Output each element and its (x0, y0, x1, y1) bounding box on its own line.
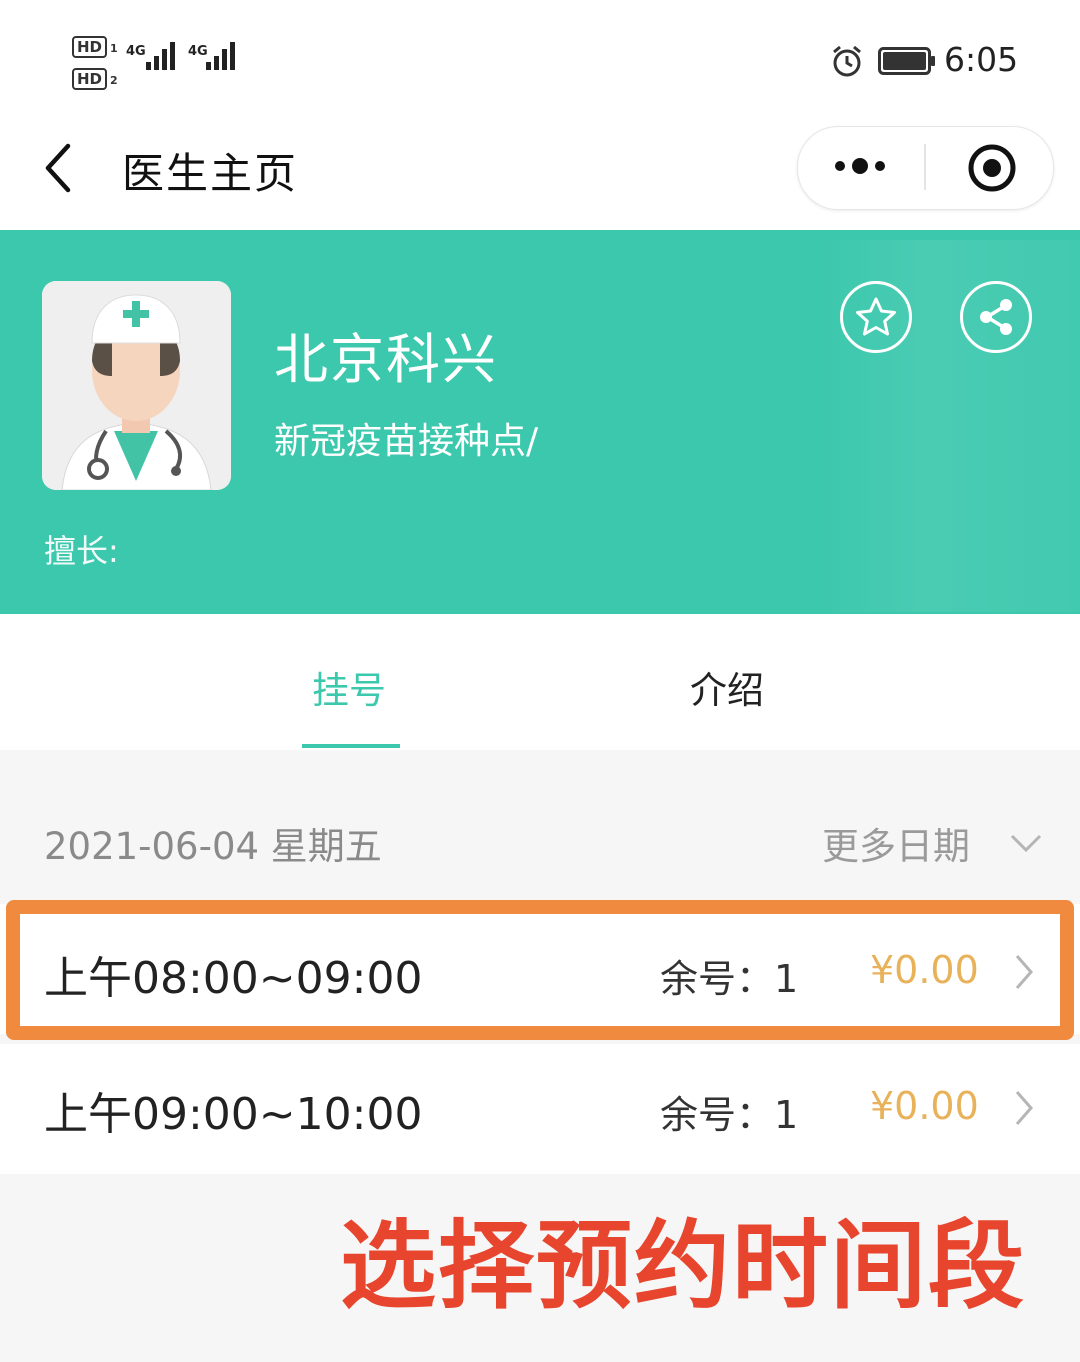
sim2-indicator: HD 2 (72, 68, 118, 90)
slot-remaining: 余号：1 (660, 1093, 799, 1137)
speciality-label: 擅长: (44, 532, 119, 570)
network-type-2: 4G (188, 44, 208, 59)
network-type-1: 4G (126, 44, 146, 59)
slot-price: ¥0.00 (870, 1084, 979, 1128)
target-circle-icon[interactable] (966, 142, 1018, 194)
tab-registration[interactable]: 挂号 (312, 660, 386, 714)
instruction-caption: 选择预约时间段 (340, 1210, 1026, 1322)
star-icon (856, 297, 896, 336)
battery-icon (878, 47, 935, 75)
clock-time: 6:05 (944, 40, 1019, 79)
tab-introduction[interactable]: 介绍 (690, 660, 764, 714)
more-dates-label: 更多日期 (822, 825, 970, 868)
tab-bar (0, 614, 1080, 750)
doctor-department: 新冠疫苗接种点/ (274, 421, 539, 462)
schedule-date: 2021-06-04 星期五 (44, 825, 382, 868)
doctor-avatar-icon (42, 281, 231, 490)
chevron-down-icon[interactable] (1008, 830, 1044, 856)
active-tab-indicator (302, 744, 400, 748)
capsule-divider (924, 144, 926, 190)
share-icon (980, 299, 1012, 335)
highlight-box (6, 900, 1074, 1040)
signal-strength-1-icon (146, 42, 178, 70)
signal-strength-2-icon (206, 42, 238, 70)
favorite-button[interactable] (840, 281, 912, 353)
doctor-avatar (42, 281, 231, 490)
chevron-right-icon (1015, 1091, 1033, 1125)
more-dots-icon[interactable] (832, 154, 888, 178)
status-bar: HD 1 HD 2 4G 4G 6:05 (0, 0, 1080, 110)
slot-time: 上午09:00~10:00 (44, 1089, 423, 1140)
back-button[interactable] (40, 142, 76, 194)
sim1-indicator: HD 1 (72, 36, 118, 58)
share-button[interactable] (960, 281, 1032, 353)
doctor-name: 北京科兴 (274, 328, 498, 391)
more-dates-button[interactable]: 更多日期 (822, 816, 970, 870)
alarm-clock-icon (833, 45, 861, 77)
page-title: 医生主页 (122, 149, 299, 198)
